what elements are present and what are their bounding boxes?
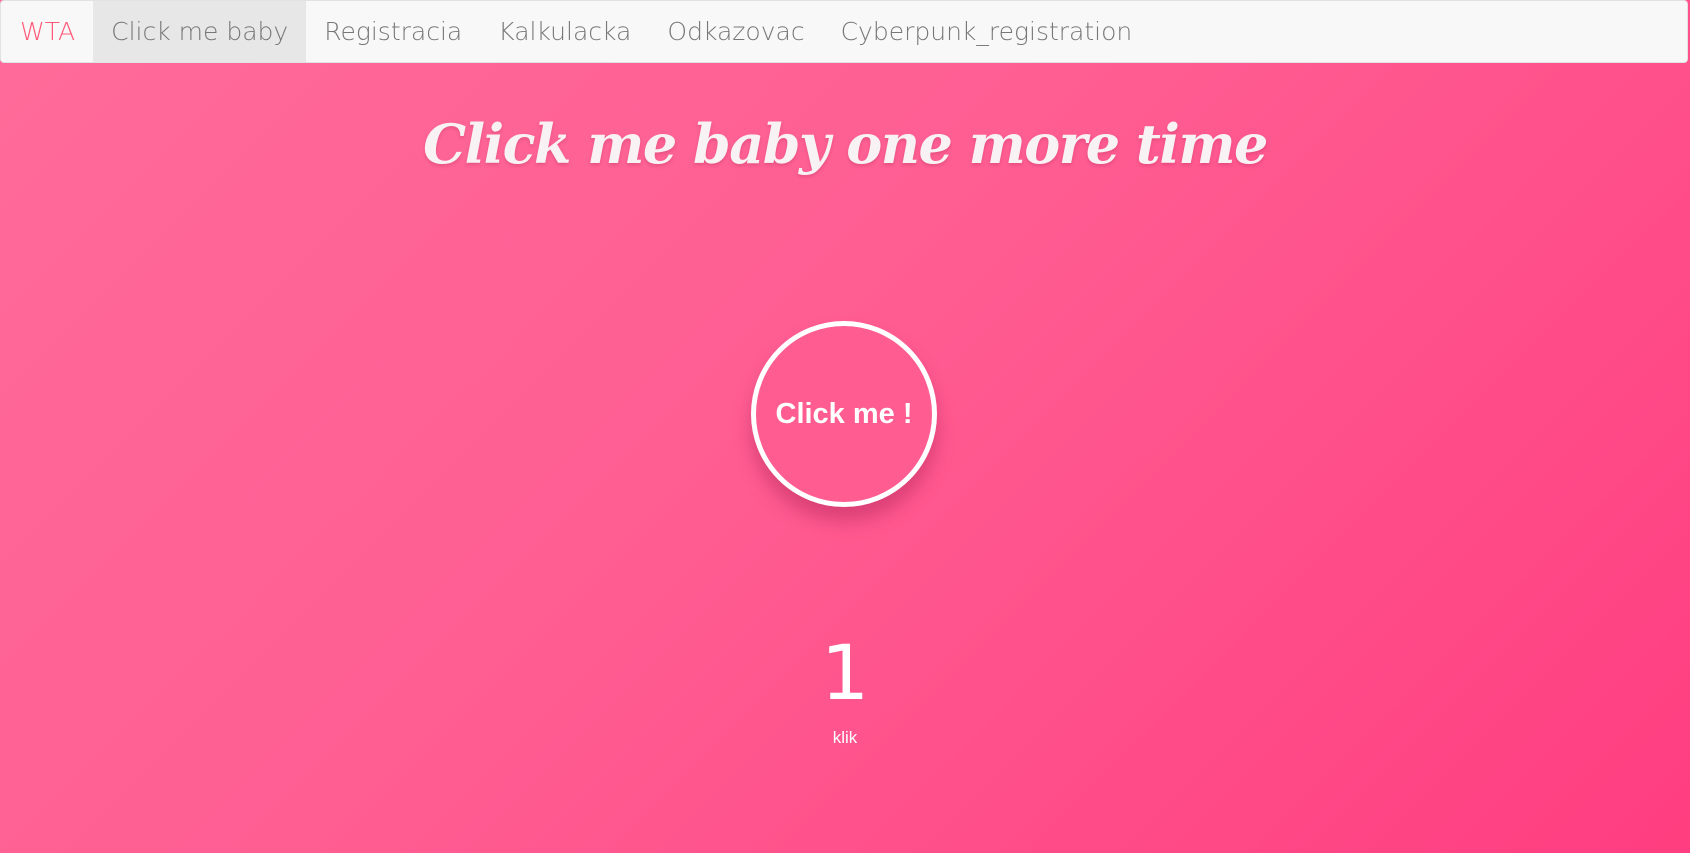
nav-item-odkazovac[interactable]: Odkazovac: [649, 1, 822, 62]
nav-list: WTA Click me baby Registracia Kalkulacka…: [1, 1, 1150, 62]
nav-item-label: Click me baby: [111, 17, 289, 46]
click-me-button-label: Click me !: [775, 397, 913, 430]
nav-item-registracia[interactable]: Registracia: [306, 1, 480, 62]
nav-item-label: Odkazovac: [667, 17, 805, 46]
click-me-button[interactable]: Click me !: [751, 321, 937, 507]
brand-label: WTA: [20, 17, 76, 46]
nav-item-label: Kalkulacka: [498, 17, 632, 46]
nav-item-label: Cyberpunk_registration: [840, 17, 1133, 46]
click-counter: 1: [820, 628, 870, 717]
nav-item-label: Registracia: [324, 17, 463, 46]
brand-link[interactable]: WTA: [1, 1, 93, 62]
top-navbar: WTA Click me baby Registracia Kalkulacka…: [0, 0, 1688, 63]
nav-item-kalkulacka[interactable]: Kalkulacka: [480, 1, 649, 62]
nav-item-click-me-baby[interactable]: Click me baby: [93, 1, 307, 62]
click-counter-label: klik: [832, 728, 858, 747]
page-title: Click me baby one more time: [423, 112, 1268, 176]
nav-item-cyberpunk-registration[interactable]: Cyberpunk_registration: [823, 1, 1151, 62]
